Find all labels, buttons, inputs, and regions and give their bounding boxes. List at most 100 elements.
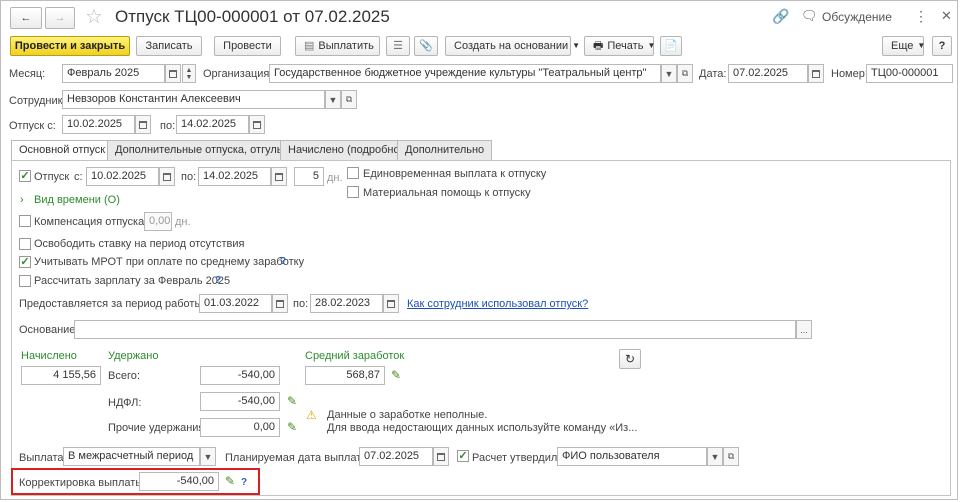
- material-aid-label: Материальная помощь к отпуску: [363, 187, 531, 199]
- employee-dropdown[interactable]: ▼: [325, 90, 341, 109]
- planned-date-label: Планируемая дата выплаты:: [225, 452, 373, 464]
- attachments-button[interactable]: 📎: [414, 36, 438, 56]
- period-to-calendar[interactable]: [383, 294, 399, 313]
- month-input[interactable]: Февраль 2025: [62, 64, 165, 83]
- vacation-checkbox[interactable]: ✓: [19, 170, 31, 182]
- organization-open-button[interactable]: ⧉: [677, 64, 693, 83]
- ndfl-value: -540,00: [200, 392, 280, 411]
- time-type-link[interactable]: Вид времени (О): [34, 193, 120, 207]
- date-calendar-button[interactable]: [808, 64, 824, 83]
- help-button[interactable]: ?: [932, 36, 952, 56]
- month-calendar-button[interactable]: [165, 64, 181, 83]
- more-menu-icon[interactable]: ⋮: [914, 8, 928, 25]
- mrot-checkbox[interactable]: ✓: [19, 256, 31, 268]
- forward-button[interactable]: →: [45, 7, 75, 29]
- vacation-start-input[interactable]: 10.02.2025: [86, 167, 159, 186]
- calendar-icon: [812, 69, 820, 78]
- tab-main-vacation[interactable]: Основной отпуск: [11, 140, 114, 161]
- lump-sum-checkbox[interactable]: [347, 167, 359, 179]
- vacation-end-label: по:: [181, 171, 197, 183]
- vacation-days-input[interactable]: 5: [294, 167, 324, 186]
- report-button[interactable]: 📄: [660, 36, 682, 56]
- link-icon[interactable]: 🔗: [772, 8, 789, 25]
- vacation-to-calendar[interactable]: [249, 115, 265, 134]
- calendar-icon: [276, 299, 284, 308]
- adjustment-help-icon[interactable]: ?: [241, 476, 247, 490]
- chevron-down-icon: ▼: [203, 451, 213, 462]
- ndfl-label: НДФЛ:: [108, 397, 142, 409]
- create-based-on-button[interactable]: Создать на основании ▼: [445, 36, 580, 56]
- vacation-from-input[interactable]: 10.02.2025: [62, 115, 135, 134]
- period-to-input[interactable]: 28.02.2023: [310, 294, 383, 313]
- calc-salary-checkbox[interactable]: [19, 275, 31, 287]
- compensation-checkbox[interactable]: [19, 215, 31, 227]
- total-withheld-value: -540,00: [200, 366, 280, 385]
- back-button[interactable]: ←: [10, 7, 42, 29]
- refresh-icon: ↻: [624, 352, 636, 366]
- mrot-help-icon[interactable]: ?: [280, 255, 286, 269]
- period-from-calendar[interactable]: [272, 294, 288, 313]
- approved-checkbox[interactable]: ✓: [457, 450, 469, 462]
- discussion-icon[interactable]: 🗨: [801, 8, 818, 24]
- month-stepper[interactable]: ▲ ▼: [182, 64, 196, 83]
- document-icon: 📄: [664, 40, 678, 52]
- basis-select-button[interactable]: ...: [796, 320, 812, 339]
- post-and-close-button[interactable]: Провести и закрыть: [10, 36, 130, 56]
- adjustment-edit-pencil-icon[interactable]: ✎: [225, 474, 235, 488]
- organization-dropdown[interactable]: ▼: [661, 64, 677, 83]
- post-button[interactable]: Провести: [214, 36, 281, 56]
- print-button[interactable]: 🖶 Печать ▼: [584, 36, 655, 56]
- calc-salary-help-icon[interactable]: ?: [215, 274, 221, 288]
- approved-user-input[interactable]: ФИО пользователя: [557, 447, 707, 466]
- organization-input[interactable]: Государственное бюджетное учреждение кул…: [269, 64, 661, 83]
- discussion-label[interactable]: Обсуждение: [822, 10, 892, 24]
- adjustment-value: -540,00: [139, 472, 219, 491]
- tab-additional-vacations[interactable]: Дополнительные отпуска, отгулы: [107, 140, 293, 160]
- free-rate-checkbox[interactable]: [19, 238, 31, 250]
- open-icon: ⧉: [727, 451, 735, 461]
- save-button[interactable]: Записать: [136, 36, 202, 56]
- vacation-to-label: по:: [160, 120, 176, 132]
- approved-user-dropdown[interactable]: ▼: [707, 447, 723, 466]
- chevron-right-icon[interactable]: ›: [20, 193, 24, 207]
- star-icon[interactable]: ☆: [85, 4, 103, 29]
- more-button[interactable]: Еще ▼: [882, 36, 925, 56]
- planned-date-calendar[interactable]: [433, 447, 449, 466]
- payout-dropdown[interactable]: ▼: [200, 447, 216, 466]
- compensation-days-input[interactable]: 0,00: [144, 212, 172, 231]
- average-edit-pencil-icon[interactable]: ✎: [391, 368, 401, 382]
- employee-input[interactable]: Невзоров Константин Алексеевич: [62, 90, 325, 109]
- material-aid-checkbox[interactable]: [347, 186, 359, 198]
- employee-open-button[interactable]: ⧉: [341, 90, 357, 109]
- refresh-button[interactable]: ↻: [619, 349, 641, 369]
- open-icon: ⧉: [681, 68, 689, 78]
- other-edit-pencil-icon[interactable]: ✎: [287, 420, 297, 434]
- open-icon: ⧉: [345, 94, 353, 104]
- basis-input[interactable]: [74, 320, 796, 339]
- printer-icon: 🖶: [593, 40, 604, 52]
- vacation-from-calendar[interactable]: [135, 115, 151, 134]
- tab-additional[interactable]: Дополнительно: [397, 140, 493, 160]
- vacation-to-input[interactable]: 14.02.2025: [176, 115, 249, 134]
- number-label: Номер:: [831, 68, 868, 80]
- payout-select[interactable]: В межрасчетный период: [63, 447, 200, 466]
- period-from-input[interactable]: 01.03.2022: [199, 294, 272, 313]
- date-input[interactable]: 07.02.2025: [728, 64, 808, 83]
- accrued-value: 4 155,56: [21, 366, 101, 385]
- warning-icon: ⚠: [306, 408, 317, 422]
- planned-date-input[interactable]: 07.02.2025: [359, 447, 433, 466]
- calendar-icon: [163, 172, 171, 181]
- approved-user-open-button[interactable]: ⧉: [723, 447, 739, 466]
- lump-sum-label: Единовременная выплата к отпуску: [363, 168, 547, 180]
- arrow-left-icon: ←: [20, 12, 32, 24]
- number-input[interactable]: ТЦ00-000001: [866, 64, 953, 83]
- tab-accrued-detail[interactable]: Начислено (подробно): [280, 140, 412, 160]
- close-icon[interactable]: ✕: [941, 8, 952, 24]
- register-button[interactable]: ☰: [386, 36, 410, 56]
- vacation-end-calendar[interactable]: [271, 167, 287, 186]
- ndfl-edit-pencil-icon[interactable]: ✎: [287, 394, 297, 408]
- pay-button[interactable]: ▤ Выплатить: [295, 36, 380, 56]
- vacation-end-input[interactable]: 14.02.2025: [198, 167, 271, 186]
- vacation-start-calendar[interactable]: [159, 167, 175, 186]
- usage-link[interactable]: Как сотрудник использовал отпуск?: [407, 297, 588, 311]
